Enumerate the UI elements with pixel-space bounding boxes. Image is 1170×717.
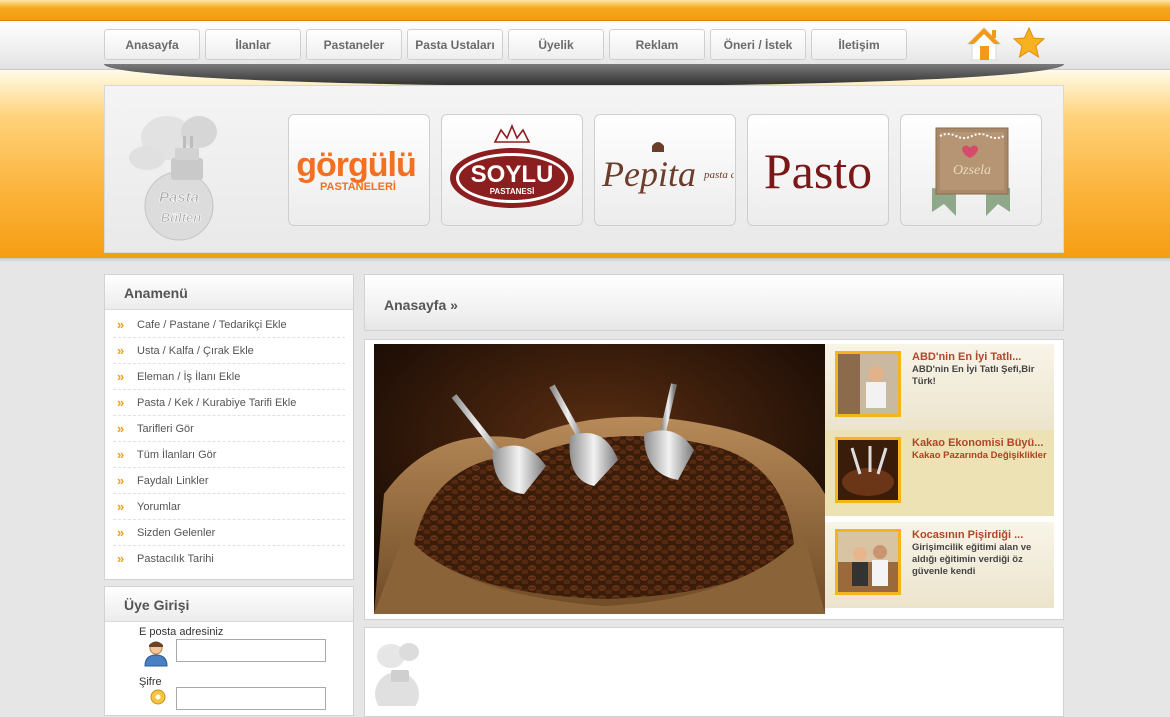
- double-chevron-right-icon: »: [117, 395, 124, 410]
- brand-banner: Pasta Bülten görgülü PASTANELERİ SOYLU P…: [104, 85, 1064, 253]
- double-chevron-right-icon: »: [117, 421, 124, 436]
- nav-item-uyelik[interactable]: Üyelik: [508, 29, 604, 60]
- double-chevron-right-icon: »: [117, 525, 124, 540]
- brand-tile-pasto[interactable]: Pasto: [747, 114, 889, 226]
- pasta-bulten-watermark-logo: [375, 643, 419, 706]
- gorgulu-logo: görgülü PASTANELERİ: [296, 146, 417, 193]
- pasta-bulten-logo[interactable]: Pasta Bülten: [117, 98, 247, 244]
- menu-item-usta-ekle[interactable]: » Usta / Kalfa / Çırak Ekle: [113, 338, 345, 364]
- pepita-logo: Pepita pasta cafe: [601, 142, 734, 194]
- logo-text-line2: Bülten: [161, 210, 202, 225]
- news-thumbnail: [835, 529, 901, 595]
- menu-item-label: Tarifleri Gör: [137, 422, 194, 435]
- brand-sub-soylu: PASTANESİ: [490, 187, 535, 196]
- brand-name-pasto: Pasto: [764, 143, 872, 199]
- menu-item-tarifleri-gor[interactable]: » Tarifleri Gör: [113, 416, 345, 442]
- key-icon: [150, 689, 166, 705]
- content-box: [364, 627, 1064, 717]
- double-chevron-right-icon: »: [117, 551, 124, 566]
- slider-main-image[interactable]: [374, 344, 825, 614]
- menu-item-yorumlar[interactable]: » Yorumlar: [113, 494, 345, 520]
- brand-name-ozsela: Ozsela: [953, 163, 991, 178]
- nav-item-reklam[interactable]: Reklam: [609, 29, 705, 60]
- home-icon[interactable]: [966, 24, 1002, 64]
- brand-tile-ozsela[interactable]: Ozsela: [900, 114, 1042, 226]
- email-label: E posta adresiniz: [139, 626, 224, 638]
- double-chevron-right-icon: »: [117, 447, 124, 462]
- brand-tile-gorgulu[interactable]: görgülü PASTANELERİ: [288, 114, 430, 226]
- nav-item-oneri-istek[interactable]: Öneri / İstek: [710, 29, 806, 60]
- login-panel: Üye Girişi E posta adresiniz Şifre: [104, 586, 354, 716]
- news-item[interactable]: Kocasının Pişirdiği ... Girişimcilik eği…: [825, 522, 1054, 608]
- menu-item-tarif-ekle[interactable]: » Pasta / Kek / Kurabiye Tarifi Ekle: [113, 390, 345, 416]
- logo-text-line1: Pasta: [159, 189, 199, 206]
- double-chevron-right-icon: »: [117, 499, 124, 514]
- nav-item-ilanlar[interactable]: İlanlar: [205, 29, 301, 60]
- brand-name-soylu: SOYLU: [471, 161, 554, 188]
- password-field[interactable]: [176, 687, 326, 710]
- menu-item-label: Faydalı Linkler: [137, 474, 209, 487]
- login-title: Üye Girişi: [105, 587, 353, 622]
- pasto-logo: Pasto: [764, 143, 872, 199]
- breadcrumb[interactable]: Anasayfa »: [384, 297, 458, 313]
- email-field[interactable]: [176, 639, 326, 662]
- main-menu-list: » Cafe / Pastane / Tedarikçi Ekle » Usta /…: [105, 310, 353, 571]
- menu-item-pastacilik-tarihi[interactable]: » Pastacılık Tarihi: [113, 546, 345, 571]
- news-thumbnail: [835, 437, 901, 503]
- news-item[interactable]: ABD'nin En İyi Tatlı... ABD'nin En İyi T…: [825, 344, 1054, 430]
- news-item-active[interactable]: Kakao Ekonomisi Büyü... Kakao Pazarında …: [825, 430, 1054, 516]
- featured-slider: ABD'nin En İyi Tatlı... ABD'nin En İyi T…: [364, 339, 1064, 620]
- nav-item-pastaneler[interactable]: Pastaneler: [306, 29, 402, 60]
- brand-sub-pepita: pasta cafe: [703, 169, 734, 181]
- news-thumbnail: [835, 351, 901, 417]
- header-bottom-edge: [0, 258, 1170, 262]
- main-menu-panel: Anamenü » Cafe / Pastane / Tedarikçi Ekle…: [104, 274, 354, 580]
- menu-item-label: Usta / Kalfa / Çırak Ekle: [137, 344, 254, 357]
- double-chevron-right-icon: »: [117, 317, 124, 332]
- double-chevron-right-icon: »: [117, 473, 124, 488]
- menu-item-label: Tüm İlanları Gör: [137, 448, 217, 461]
- news-desc: Kakao Pazarında Değişiklikler: [912, 450, 1047, 461]
- news-desc: Girişimcilik eğitimi alan ve aldığı eğit…: [912, 542, 1032, 577]
- brand-name-gorgulu: görgülü: [296, 146, 416, 184]
- menu-item-cafe-ekle[interactable]: » Cafe / Pastane / Tedarikçi Ekle: [113, 312, 345, 338]
- news-title[interactable]: Kocasının Pişirdiği ...: [912, 529, 1023, 541]
- menu-item-label: Pasta / Kek / Kurabiye Tarifi Ekle: [137, 396, 297, 409]
- brand-tile-pepita[interactable]: Pepita pasta cafe: [594, 114, 736, 226]
- menu-item-label: Yorumlar: [137, 500, 181, 513]
- menu-item-label: Eleman / İş İlanı Ekle: [137, 370, 241, 383]
- menu-item-label: Pastacılık Tarihi: [137, 552, 214, 565]
- menu-item-label: Cafe / Pastane / Tedarikçi Ekle: [137, 318, 287, 331]
- nav-item-anasayfa[interactable]: Anasayfa: [104, 29, 200, 60]
- star-icon[interactable]: [1012, 26, 1046, 60]
- double-chevron-right-icon: »: [117, 369, 124, 384]
- soylu-logo: SOYLU PASTANESİ: [450, 123, 574, 208]
- user-icon: [144, 641, 168, 667]
- menu-item-tum-ilanlar[interactable]: » Tüm İlanları Gör: [113, 442, 345, 468]
- menu-item-sizden-gelenler[interactable]: » Sizden Gelenler: [113, 520, 345, 546]
- double-chevron-right-icon: »: [117, 343, 124, 358]
- brand-tile-soylu[interactable]: SOYLU PASTANESİ: [441, 114, 583, 226]
- main-menu-title: Anamenü: [105, 275, 353, 310]
- breadcrumb-box: Anasayfa »: [364, 274, 1064, 331]
- brand-name-pepita: Pepita: [601, 154, 696, 194]
- top-strip: [0, 0, 1170, 21]
- news-title[interactable]: Kakao Ekonomisi Büyü...: [912, 437, 1043, 449]
- brand-sub-gorgulu: PASTANELERİ: [320, 180, 396, 193]
- menu-item-eleman-ekle[interactable]: » Eleman / İş İlanı Ekle: [113, 364, 345, 390]
- nav-item-pasta-ustalari[interactable]: Pasta Ustaları: [407, 29, 503, 60]
- menu-item-label: Sizden Gelenler: [137, 526, 216, 539]
- nav-item-iletisim[interactable]: İletişim: [811, 29, 907, 60]
- news-desc: ABD'nin En İyi Tatlı Şefi,Bir Türk!: [912, 364, 1035, 387]
- menu-item-faydali-linkler[interactable]: » Faydalı Linkler: [113, 468, 345, 494]
- news-title[interactable]: ABD'nin En İyi Tatlı...: [912, 351, 1021, 363]
- ozsela-logo: Ozsela: [932, 127, 1010, 216]
